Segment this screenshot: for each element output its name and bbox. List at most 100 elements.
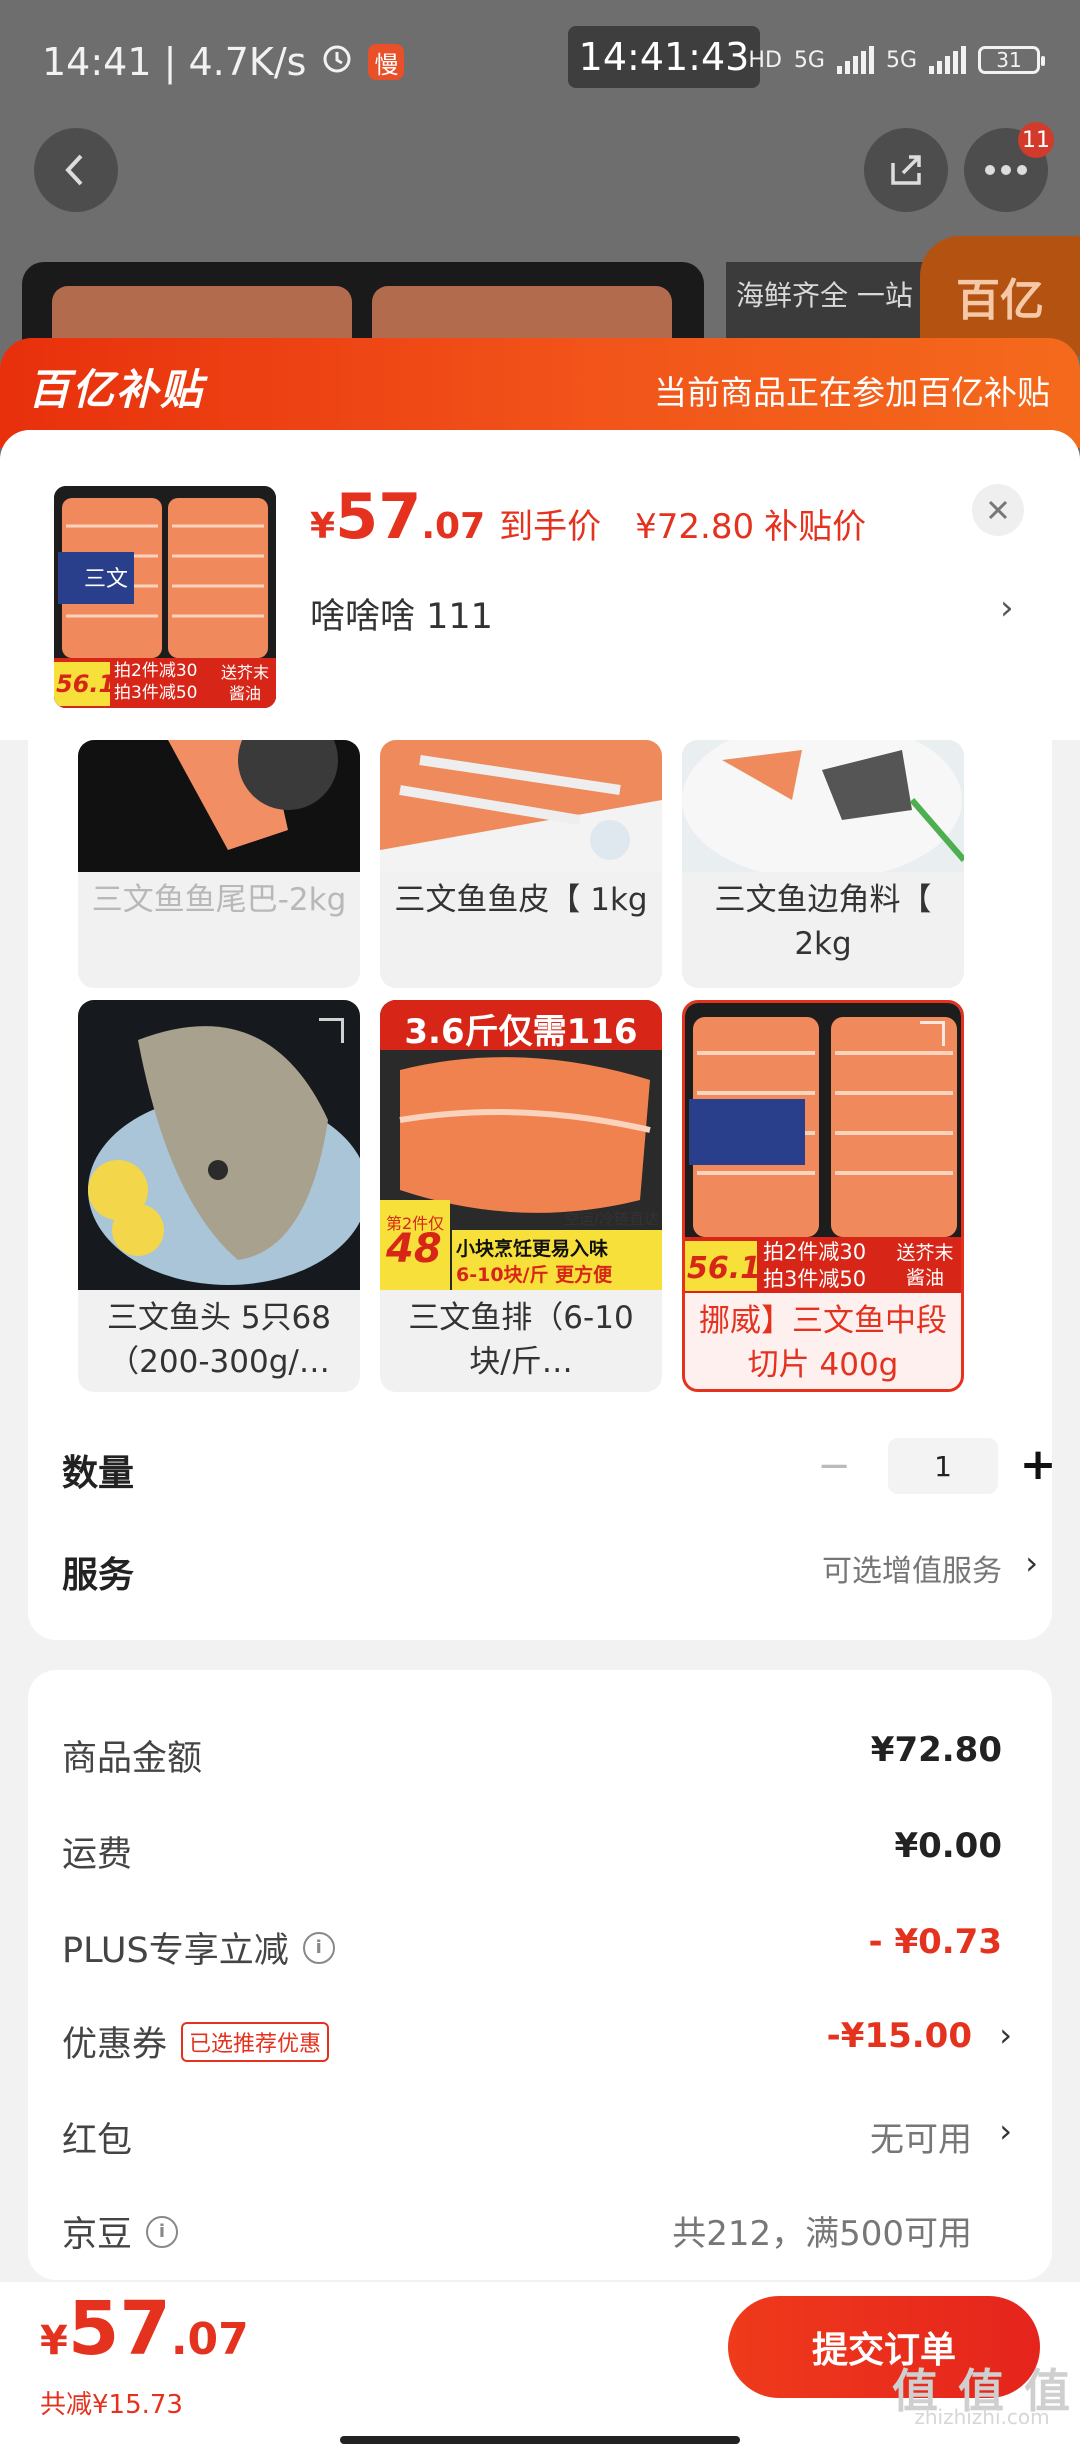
total-saved: 共减¥15.73 bbox=[40, 2390, 183, 2420]
middle-cut-price: 56.1 bbox=[687, 1251, 762, 1286]
price-decimal: .07 bbox=[421, 506, 486, 547]
fee-goods-value: ¥72.80 bbox=[870, 1730, 1002, 1770]
more-dots-icon bbox=[985, 165, 1027, 175]
service-label: 服务 bbox=[62, 1555, 135, 1596]
bottom-bar: ¥ 57 .07 共减¥15.73 提交订单 值 值 值 zhizhizhi.c… bbox=[0, 2282, 1080, 2460]
fee-goods-label: 商品金额 bbox=[62, 1739, 203, 1779]
more-button[interactable]: 11 bbox=[964, 122, 1054, 212]
chevron-right-icon: › bbox=[999, 2112, 1012, 2150]
spec-option[interactable]: 3.6斤仅需116 第2件仅 48 空运/冷链直达 小块烹饪更易入味 6-10块… bbox=[380, 1000, 662, 1392]
spec-panel: 三文鱼鱼尾巴-2kg 三文鱼鱼皮【 1kg 三文鱼边角料【 2kg 三文鱼头 5… bbox=[28, 740, 1056, 1640]
spec-option[interactable]: 三文鱼鱼尾巴-2kg bbox=[78, 740, 360, 988]
thumb-gift: 送芥末酱油 bbox=[220, 663, 269, 703]
fee-jingdou-label: 京豆 bbox=[62, 2215, 133, 2255]
middle-cut-promo-1: 拍2件减30 bbox=[763, 1240, 867, 1264]
final-price-label: 到手价 bbox=[499, 507, 602, 547]
signal-icon bbox=[836, 46, 874, 74]
info-icon[interactable]: i bbox=[146, 2215, 179, 2248]
spec-option[interactable]: 三文鱼头 5只68（200-300g/… bbox=[78, 1000, 360, 1392]
watermark: 值 值 值 zhizhizhi.com bbox=[891, 2364, 1072, 2430]
chevron-right-icon[interactable]: › bbox=[1000, 588, 1014, 628]
alarm-icon bbox=[320, 40, 354, 84]
svg-text:三文: 三文 bbox=[84, 567, 128, 592]
spec-label: 三文鱼边角料【 2kg bbox=[714, 882, 932, 962]
network-label-1: 5G bbox=[793, 47, 825, 73]
battery-icon: 31 bbox=[978, 46, 1045, 74]
fee-redpacket-row[interactable]: 红包 无可用 › bbox=[62, 2106, 1012, 2166]
spec-option-selected[interactable]: 56.1 拍2件减30 拍3件减50 送芥末酱油 挪威】三文鱼中段 切片 400… bbox=[682, 1000, 964, 1392]
app-notification-icon: 慢 bbox=[368, 44, 405, 80]
spec-label: 三文鱼头 5只68（200-300g/… bbox=[106, 1300, 332, 1380]
product-card: 三文 56.1 拍2件减30 拍3件减50 送芥末酱油 ¥ 57 .07 到手价… bbox=[0, 430, 1080, 740]
middle-cut-promo-2: 拍3件减50 bbox=[763, 1267, 867, 1291]
fee-jingdou-label-group: 京豆 i bbox=[62, 2206, 179, 2257]
thumb-promo-2: 拍3件减50 bbox=[114, 683, 198, 703]
spec-option[interactable]: 三文鱼边角料【 2kg bbox=[682, 740, 964, 988]
fee-jingdou-value: 共212，满500可用 bbox=[672, 2214, 972, 2254]
fee-redpacket-label: 红包 bbox=[62, 2121, 133, 2161]
fee-coupon-label-group: 优惠券 已选推荐优惠 bbox=[62, 2016, 330, 2067]
status-right: HD 5G 5G 31 bbox=[748, 46, 1045, 74]
expand-icon[interactable] bbox=[920, 1021, 945, 1046]
fee-coupon-row[interactable]: 优惠券 已选推荐优惠 -¥15.00 › bbox=[62, 2010, 1012, 2070]
total-integer: 57 bbox=[67, 2286, 171, 2372]
watermark-logo: 值 值 值 bbox=[891, 2364, 1072, 2418]
spec-label: 三文鱼鱼尾巴-2kg bbox=[91, 882, 347, 918]
coupon-tag: 已选推荐优惠 bbox=[181, 2021, 330, 2062]
fee-coupon-label: 优惠券 bbox=[62, 2025, 168, 2065]
hd-icon: HD bbox=[748, 47, 782, 73]
fee-shipping-row: 运费 ¥0.00 bbox=[62, 1820, 1012, 1880]
fee-jingdou-row: 京豆 i 共212，满500可用 bbox=[62, 2200, 1012, 2260]
middle-cut-promo: 拍2件减30 拍3件减50 bbox=[763, 1239, 866, 1293]
notification-badge: 11 bbox=[1018, 122, 1054, 158]
quantity-input[interactable]: 1 bbox=[888, 1438, 998, 1494]
steak-banner: 3.6斤仅需116 bbox=[404, 1012, 638, 1052]
home-indicator[interactable] bbox=[340, 2436, 740, 2444]
thumb-promo-1: 拍2件减30 bbox=[114, 661, 198, 681]
selected-variant[interactable]: 啥啥啥 111 bbox=[310, 588, 493, 639]
quantity-label: 数量 bbox=[62, 1453, 135, 1494]
subsidy-note: 当前商品正在参加百亿补贴 bbox=[654, 373, 1050, 412]
thumb-promo: 拍2件减30 拍3件减50 bbox=[114, 660, 197, 704]
expand-icon[interactable] bbox=[319, 1018, 344, 1043]
status-time-speed: 14:41 | 4.7K/s bbox=[42, 40, 307, 84]
watermark-url: zhizhizhi.com bbox=[914, 2405, 1050, 2429]
total-symbol: ¥ bbox=[40, 2318, 68, 2364]
quantity-plus-button[interactable]: + bbox=[1014, 1439, 1062, 1490]
spec-label: 挪威】三文鱼中段 切片 400g bbox=[699, 1303, 947, 1383]
middle-cut-gift: 送芥末酱油 bbox=[896, 1242, 954, 1289]
product-thumbnail: 三文 56.1 拍2件减30 拍3件减50 送芥末酱油 bbox=[54, 486, 276, 708]
quantity-row: 数量 − 1 + bbox=[62, 1430, 1056, 1510]
signal-icon-2 bbox=[929, 46, 966, 74]
fee-goods-row: 商品金额 ¥72.80 bbox=[62, 1724, 1012, 1784]
status-bar: 14:41 | 4.7K/s 慢 14:41:43 HD 5G 5G 31 bbox=[0, 0, 1080, 130]
close-icon bbox=[988, 500, 1008, 520]
price-symbol: ¥ bbox=[310, 506, 336, 547]
price-integer: 57 bbox=[335, 480, 422, 553]
chevron-left-icon bbox=[65, 154, 83, 186]
service-row[interactable]: 服务 可选增值服务 › bbox=[62, 1540, 1042, 1620]
fee-coupon-value: -¥15.00 bbox=[826, 2016, 972, 2056]
fee-plus-label-group: PLUS专享立减 i bbox=[62, 1922, 335, 1973]
status-left: 14:41 | 4.7K/s 慢 bbox=[42, 40, 405, 84]
chevron-right-icon: › bbox=[999, 2016, 1012, 2054]
close-button[interactable] bbox=[972, 484, 1024, 536]
spec-option[interactable]: 三文鱼鱼皮【 1kg bbox=[380, 740, 662, 988]
steak-tag-1: 小块烹饪更易入味 bbox=[456, 1238, 609, 1260]
steak-tag-2: 6-10块/斤 更方便 bbox=[456, 1264, 613, 1286]
share-button[interactable] bbox=[864, 128, 948, 212]
thumb-badge-price: 56.1 bbox=[56, 670, 116, 698]
chevron-right-icon: › bbox=[1025, 1544, 1038, 1582]
info-icon[interactable]: i bbox=[302, 1931, 335, 1964]
network-label-2: 5G bbox=[885, 47, 917, 73]
back-button[interactable] bbox=[34, 128, 118, 212]
price-row: ¥ 57 .07 到手价 ¥72.80 补贴价 bbox=[310, 480, 876, 553]
clock-chip: 14:41:43 bbox=[568, 26, 760, 88]
spec-image-trimmings bbox=[682, 740, 964, 872]
service-value: 可选增值服务 bbox=[822, 1554, 1002, 1589]
fee-redpacket-value: 无可用 bbox=[870, 2120, 972, 2160]
fee-shipping-value: ¥0.00 bbox=[894, 1826, 1002, 1866]
steak-price: 48 bbox=[386, 1226, 442, 1272]
quantity-minus-button[interactable]: − bbox=[814, 1443, 854, 1489]
subsidy-price: ¥72.80 bbox=[635, 507, 755, 547]
